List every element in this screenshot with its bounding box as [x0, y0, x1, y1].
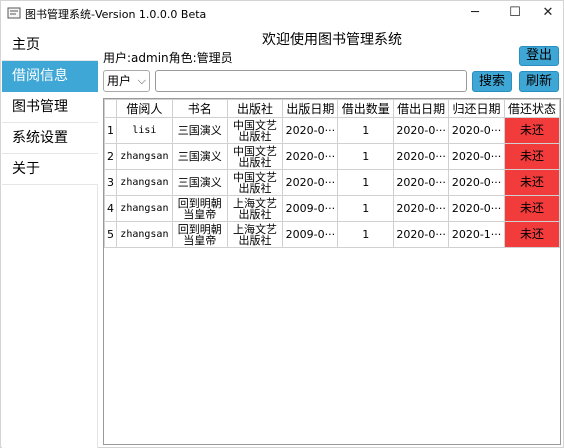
- table-header-row: 借阅人 书名 出版社 出版日期 借出数量 借出日期 归还日期 借还状态: [104, 99, 560, 118]
- table-row[interactable]: 5 zhangsan 回到明朝当皇帝 上海文艺出版社 2009-0··· 1 2…: [104, 221, 560, 248]
- status-cell[interactable]: 未还: [504, 117, 560, 144]
- book-title-cell[interactable]: 回到明朝当皇帝: [171, 195, 228, 222]
- publisher-cell[interactable]: 上海文艺出版社: [226, 221, 284, 248]
- title-bar[interactable]: 图书管理系统-Version 1.0.0.0 Beta ─ ☐ ✕: [1, 1, 563, 25]
- borrower-cell[interactable]: lisi: [115, 117, 173, 144]
- sidebar-item-system-settings[interactable]: 系统设置: [2, 123, 98, 154]
- publish-date-cell[interactable]: 2020-0···: [282, 143, 339, 170]
- book-title-cell[interactable]: 三国演义: [171, 117, 228, 144]
- status-cell[interactable]: 未还: [504, 169, 560, 196]
- borrower-cell[interactable]: zhangsan: [115, 169, 173, 196]
- main-panel: 欢迎使用图书管理系统 用户:admin角色:管理员 登出 用户 ⌵ 搜索 刷新 …: [99, 25, 564, 448]
- close-button[interactable]: ✕: [531, 1, 564, 25]
- minimize-button[interactable]: ─: [458, 1, 492, 25]
- search-field-select[interactable]: 用户 ⌵: [103, 70, 150, 92]
- borrow-date-cell[interactable]: 2020-0···: [393, 143, 450, 170]
- row-index-cell: 4: [104, 195, 117, 222]
- publisher-cell[interactable]: 中国文艺出版社: [226, 117, 284, 144]
- window-title: 图书管理系统-Version 1.0.0.0 Beta: [25, 8, 207, 21]
- publisher-cell[interactable]: 中国文艺出版社: [226, 169, 284, 196]
- column-header-borrower[interactable]: 借阅人: [115, 99, 173, 118]
- column-header-publish-date[interactable]: 出版日期: [282, 99, 339, 118]
- column-header-return-date[interactable]: 归还日期: [448, 99, 506, 118]
- return-date-cell[interactable]: 2020-0···: [448, 117, 506, 144]
- borrow-count-cell[interactable]: 1: [337, 169, 395, 196]
- publish-date-cell[interactable]: 2009-0···: [282, 195, 339, 222]
- borrow-date-cell[interactable]: 2020-0···: [393, 117, 450, 144]
- book-title-cell[interactable]: 回到明朝当皇帝: [171, 221, 228, 248]
- search-button[interactable]: 搜索: [472, 71, 512, 92]
- borrower-cell[interactable]: zhangsan: [115, 195, 173, 222]
- row-index-cell: 5: [104, 221, 117, 248]
- status-cell[interactable]: 未还: [504, 221, 560, 248]
- row-index-cell: 2: [104, 143, 117, 170]
- return-date-cell[interactable]: 2020-1···: [448, 221, 506, 248]
- borrower-cell[interactable]: zhangsan: [115, 221, 173, 248]
- column-header-borrow-date[interactable]: 借出日期: [393, 99, 450, 118]
- publisher-cell[interactable]: 上海文艺出版社: [226, 195, 284, 222]
- app-icon: [7, 7, 21, 19]
- table-row[interactable]: 2 zhangsan 三国演义 中国文艺出版社 2020-0··· 1 2020…: [104, 143, 560, 170]
- borrow-date-cell[interactable]: 2020-0···: [393, 221, 450, 248]
- refresh-button[interactable]: 刷新: [519, 71, 559, 92]
- chevron-down-icon: ⌵: [137, 74, 146, 87]
- publish-date-cell[interactable]: 2009-0···: [282, 221, 339, 248]
- borrow-records-grid[interactable]: 借阅人 书名 出版社 出版日期 借出数量 借出日期 归还日期 借还状态 1 li…: [103, 98, 561, 445]
- logout-button[interactable]: 登出: [519, 46, 559, 66]
- app-window: 图书管理系统-Version 1.0.0.0 Beta ─ ☐ ✕ 主页 借阅信…: [0, 0, 564, 448]
- borrow-date-cell[interactable]: 2020-0···: [393, 195, 450, 222]
- sidebar-item-about[interactable]: 关于: [2, 154, 98, 185]
- return-date-cell[interactable]: 2020-0···: [448, 169, 506, 196]
- column-header-status[interactable]: 借还状态: [504, 99, 560, 118]
- return-date-cell[interactable]: 2020-0···: [448, 195, 506, 222]
- borrow-date-cell[interactable]: 2020-0···: [393, 169, 450, 196]
- borrow-count-cell[interactable]: 1: [337, 117, 395, 144]
- borrow-count-cell[interactable]: 1: [337, 195, 395, 222]
- borrower-cell[interactable]: zhangsan: [115, 143, 173, 170]
- table-row[interactable]: 1 lisi 三国演义 中国文艺出版社 2020-0··· 1 2020-0··…: [104, 117, 560, 144]
- table-row[interactable]: 3 zhangsan 三国演义 中国文艺出版社 2020-0··· 1 2020…: [104, 169, 560, 196]
- column-header-index[interactable]: [104, 99, 117, 118]
- borrow-count-cell[interactable]: 1: [337, 143, 395, 170]
- welcome-heading: 欢迎使用图书管理系统: [262, 32, 402, 48]
- row-index-cell: 1: [104, 117, 117, 144]
- sidebar-item-book-management[interactable]: 图书管理: [2, 92, 98, 123]
- search-field-selected: 用户: [107, 74, 132, 88]
- maximize-button[interactable]: ☐: [498, 1, 532, 25]
- sidebar-nav: 主页 借阅信息 图书管理 系统设置 关于: [2, 30, 98, 448]
- column-header-publisher[interactable]: 出版社: [226, 99, 284, 118]
- row-index-cell: 3: [104, 169, 117, 196]
- status-cell[interactable]: 未还: [504, 143, 560, 170]
- publisher-cell[interactable]: 中国文艺出版社: [226, 143, 284, 170]
- borrow-records-table: 借阅人 书名 出版社 出版日期 借出数量 借出日期 归还日期 借还状态 1 li…: [104, 99, 560, 248]
- column-header-book-title[interactable]: 书名: [171, 99, 228, 118]
- publish-date-cell[interactable]: 2020-0···: [282, 169, 339, 196]
- return-date-cell[interactable]: 2020-0···: [448, 143, 506, 170]
- sidebar-item-home[interactable]: 主页: [2, 30, 98, 61]
- search-input[interactable]: [155, 70, 467, 92]
- status-cell[interactable]: 未还: [504, 195, 560, 222]
- book-title-cell[interactable]: 三国演义: [171, 169, 228, 196]
- book-title-cell[interactable]: 三国演义: [171, 143, 228, 170]
- publish-date-cell[interactable]: 2020-0···: [282, 117, 339, 144]
- user-role-label: 用户:admin角色:管理员: [103, 51, 233, 65]
- column-header-borrow-count[interactable]: 借出数量: [337, 99, 395, 118]
- table-row[interactable]: 4 zhangsan 回到明朝当皇帝 上海文艺出版社 2009-0··· 1 2…: [104, 195, 560, 222]
- borrow-count-cell[interactable]: 1: [337, 221, 395, 248]
- sidebar-item-borrow-info[interactable]: 借阅信息: [2, 61, 98, 92]
